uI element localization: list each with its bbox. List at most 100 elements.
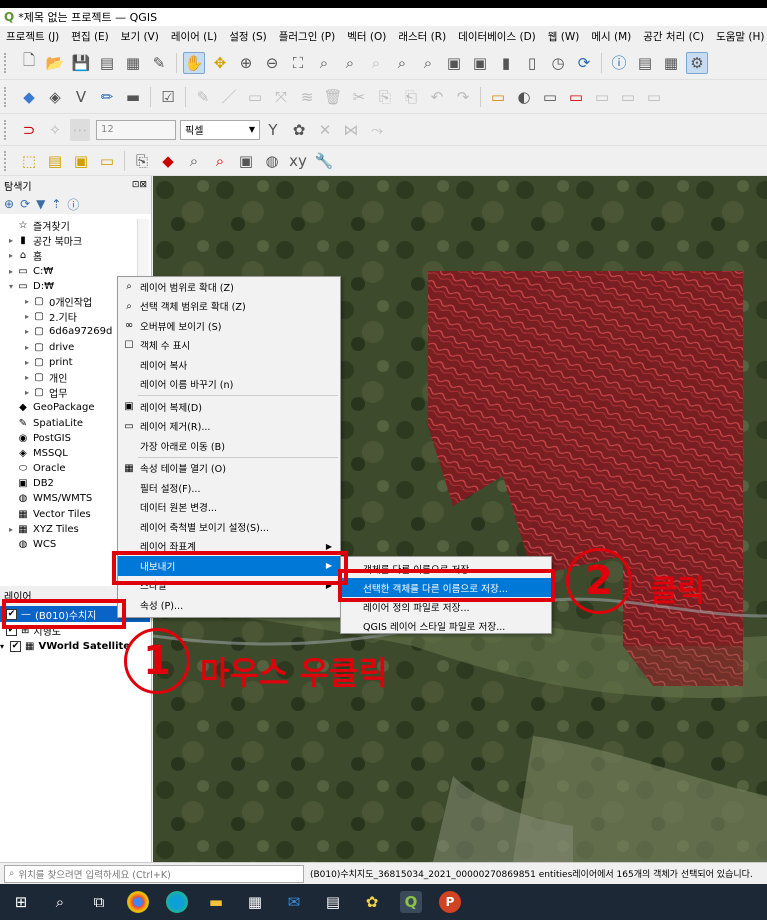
self-snap-icon[interactable]: ✿	[288, 119, 310, 141]
new-print-layout-icon[interactable]: ▤	[96, 52, 118, 74]
show-bookmarks-icon[interactable]: ▣	[469, 52, 491, 74]
menu-item-11[interactable]: 공간 처리 (C)	[643, 29, 704, 44]
browser-item[interactable]: ▸ ▮ 공간 북마크	[0, 233, 150, 248]
temporal-controller-icon[interactable]: ◷	[547, 52, 569, 74]
change-label-icon[interactable]: ▭	[643, 86, 665, 108]
menu-item-9[interactable]: 웹 (W)	[548, 29, 580, 44]
menu-item-6[interactable]: 벡터 (O)	[347, 29, 386, 44]
menu-item-12[interactable]: 도움말 (H)	[716, 29, 764, 44]
magnet-snapping-icon[interactable]: ⊃	[18, 119, 40, 141]
open-field-calc-icon[interactable]: ⎘	[131, 150, 153, 172]
rotate-label-icon[interactable]: ▭	[617, 86, 639, 108]
add-vector-icon[interactable]: V	[70, 86, 92, 108]
zoom-full-icon[interactable]: ⛶	[287, 52, 309, 74]
move-feature-icon[interactable]: ⤧	[270, 86, 292, 108]
toolbar-grip[interactable]	[4, 52, 10, 73]
redo-icon[interactable]: ↷	[452, 86, 474, 108]
select-by-expression-icon[interactable]: ▣	[70, 150, 92, 172]
context-menu-item[interactable]: ▣ 레이어 복제(D)	[118, 397, 340, 417]
chevron-right-icon[interactable]: ▸	[22, 297, 32, 306]
chevron-down-icon[interactable]: ▾	[6, 282, 16, 291]
unit-select[interactable]: 픽셀 ▼	[180, 119, 260, 140]
topology-edit-icon[interactable]: Y	[262, 119, 284, 141]
context-menu-item[interactable]: 레이어 축척별 보이기 설정(S)...	[118, 517, 340, 537]
toolbar-grip[interactable]	[4, 119, 10, 140]
show-label-icon[interactable]: ▭	[565, 86, 587, 108]
refresh-icon[interactable]: ⟳	[573, 52, 595, 74]
menu-item-4[interactable]: 설정 (S)	[229, 29, 267, 44]
add-selected-icon[interactable]: ⊕	[4, 197, 14, 211]
context-menu-item[interactable]: ⌕ 레이어 범위로 확대 (Z)	[118, 277, 340, 297]
refresh-icon[interactable]: ⟳	[20, 197, 30, 211]
paste-features-icon[interactable]: ⎗	[400, 86, 422, 108]
undo-icon[interactable]: ↶	[426, 86, 448, 108]
locator-search-input[interactable]: ⌕ 위치를 찾으려면 입력하세요 (Ctrl+K)	[4, 864, 304, 883]
chrome-icon[interactable]	[127, 891, 149, 913]
delete-selected-icon[interactable]: 🗑	[322, 86, 344, 108]
zoom-layer-icon[interactable]: ⌕	[339, 52, 361, 74]
info-icon[interactable]: ⓘ	[67, 196, 79, 213]
chevron-right-icon[interactable]: ▸	[6, 236, 16, 245]
save-project-icon[interactable]: 💾	[70, 52, 92, 74]
zoom-out-icon[interactable]: ⊖	[261, 52, 283, 74]
filter-icon[interactable]: ▼	[36, 197, 45, 211]
context-menu-item[interactable]: ☐ 객체 수 표시	[118, 336, 340, 356]
snap-type-icon[interactable]: ⋯	[70, 118, 90, 141]
export-menu-item[interactable]: QGIS 레이어 스타일 파일로 저장...	[341, 616, 551, 635]
chevron-down-icon[interactable]: ▾	[0, 642, 10, 651]
context-menu-item[interactable]: 레이어 복사	[118, 355, 340, 375]
zoom-in-icon[interactable]: ⊕	[235, 52, 257, 74]
zoom-last-icon[interactable]: ⌕	[391, 52, 413, 74]
tracing-icon[interactable]: ⤳	[366, 119, 388, 141]
powerpoint-icon[interactable]: P	[439, 891, 461, 913]
browser-item[interactable]: ▸ ⌂ 홈	[0, 248, 150, 263]
pin-label-icon[interactable]: ▭	[539, 86, 561, 108]
select-features-icon[interactable]: ⬚	[18, 150, 40, 172]
style-manager-icon[interactable]: ✎	[148, 52, 170, 74]
chevron-right-icon[interactable]: ▸	[6, 267, 16, 276]
open-project-icon[interactable]: 📂	[44, 52, 66, 74]
zoom-native-icon[interactable]: ⌕	[365, 52, 387, 74]
map-tips-icon[interactable]: ▣	[235, 150, 257, 172]
menu-item-8[interactable]: 데이터베이스 (D)	[458, 29, 536, 44]
zoom-next-icon[interactable]: ⌕	[417, 52, 439, 74]
zoom-selection-icon[interactable]: ⌕	[313, 52, 335, 74]
processing-toolbox-icon[interactable]: ◆	[157, 150, 179, 172]
chevron-right-icon[interactable]: ▸	[22, 388, 32, 397]
edit-pencil-icon[interactable]: ✏	[96, 86, 118, 108]
copy-features-icon[interactable]: ⎘	[374, 86, 396, 108]
vertex-tool-icon[interactable]: ▭	[244, 86, 266, 108]
context-menu-item[interactable]: 레이어 이름 바꾸기 (n)	[118, 375, 340, 395]
store-icon[interactable]: ▦	[244, 891, 266, 913]
chevron-right-icon[interactable]: ▸	[22, 343, 32, 352]
file-explorer-icon[interactable]: ▬	[205, 891, 227, 913]
menu-item-0[interactable]: 프로젝트 (J)	[6, 29, 59, 44]
chevron-right-icon[interactable]: ▸	[6, 525, 16, 534]
menu-item-2[interactable]: 보기 (V)	[121, 29, 159, 44]
snap-tolerance-field[interactable]: 12	[96, 119, 176, 140]
snap-vertex-icon[interactable]: ✧	[44, 119, 66, 141]
context-menu-item[interactable]: ∞ 오버뷰에 보이기 (S)	[118, 316, 340, 336]
search-icon[interactable]: ⌕	[49, 891, 71, 913]
move-label-icon[interactable]: ▭	[591, 86, 613, 108]
new-3d-view-icon[interactable]: ▯	[521, 52, 543, 74]
measure-icon[interactable]: ⌕	[183, 150, 205, 172]
pan-to-selection-icon[interactable]: ✥	[209, 52, 231, 74]
intersection-icon[interactable]: ✕	[314, 119, 336, 141]
draw-line-icon[interactable]: ／	[218, 86, 240, 108]
add-ring-icon[interactable]: ≋	[296, 86, 318, 108]
mail-icon[interactable]: ✉	[283, 891, 305, 913]
chevron-right-icon[interactable]: ▸	[22, 358, 32, 367]
chevron-right-icon[interactable]: ▸	[22, 373, 32, 382]
context-menu-item[interactable]: 필터 설정(F)...	[118, 478, 340, 498]
app-icon[interactable]: ▤	[322, 891, 344, 913]
avoid-overlap-icon[interactable]: ⋈	[340, 119, 362, 141]
qgis-icon[interactable]: Q	[400, 891, 422, 913]
label-icon[interactable]: ▭	[487, 86, 509, 108]
add-wms-icon[interactable]: ◈	[44, 86, 66, 108]
dock-float-icon[interactable]: ⊡⊠	[132, 180, 147, 190]
toolbar-grip[interactable]	[4, 150, 10, 171]
context-menu-item[interactable]: ⌕ 선택 객체 범위로 확대 (Z)	[118, 297, 340, 317]
menu-item-5[interactable]: 플러그인 (P)	[279, 29, 336, 44]
app-icon-2[interactable]: ✿	[361, 891, 383, 913]
